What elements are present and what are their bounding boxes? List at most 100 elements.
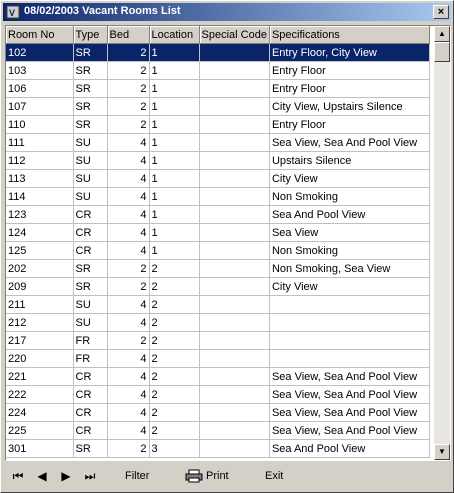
cell-type[interactable]: SR [73, 43, 108, 62]
title-bar[interactable]: V 08/02/2003 Vacant Rooms List × [3, 3, 451, 21]
cell-room-no[interactable]: 217 [6, 331, 74, 350]
cell-specifications[interactable]: Upstairs Silence [269, 151, 430, 170]
cell-type[interactable]: CR [73, 421, 108, 440]
cell-specifications[interactable]: Sea And Pool View [269, 439, 430, 458]
cell-bed[interactable]: 4 [107, 367, 150, 386]
cell-specifications[interactable]: Non Smoking, Sea View [269, 259, 430, 278]
exit-button[interactable]: Exit [265, 468, 283, 484]
cell-special-code[interactable] [199, 151, 270, 170]
column-header-bed[interactable]: Bed [107, 26, 150, 44]
cell-special-code[interactable] [199, 439, 270, 458]
cell-type[interactable]: CR [73, 367, 108, 386]
cell-bed[interactable]: 4 [107, 313, 150, 332]
cell-room-no[interactable]: 222 [6, 385, 74, 404]
table-row[interactable]: 221 CR 4 2 Sea View, Sea And Pool View [6, 367, 430, 386]
cell-location[interactable]: 2 [149, 331, 200, 350]
cell-special-code[interactable] [199, 277, 270, 296]
cell-type[interactable]: SR [73, 259, 108, 278]
cell-bed[interactable]: 4 [107, 205, 150, 224]
cell-special-code[interactable] [199, 61, 270, 80]
table-row[interactable]: 124 CR 4 1 Sea View [6, 223, 430, 242]
column-header-special-code[interactable]: Special Code [199, 26, 270, 44]
cell-bed[interactable]: 4 [107, 295, 150, 314]
cell-room-no[interactable]: 107 [6, 97, 74, 116]
cell-type[interactable]: SR [73, 97, 108, 116]
cell-bed[interactable]: 2 [107, 115, 150, 134]
cell-bed[interactable]: 2 [107, 97, 150, 116]
table-row[interactable]: 107 SR 2 1 City View, Upstairs Silence [6, 97, 430, 116]
cell-specifications[interactable] [269, 295, 430, 314]
filter-button[interactable]: Filter [125, 468, 149, 484]
table-row[interactable]: 212 SU 4 2 [6, 313, 430, 332]
cell-specifications[interactable]: Non Smoking [269, 241, 430, 260]
table-row[interactable]: 202 SR 2 2 Non Smoking, Sea View [6, 259, 430, 278]
cell-bed[interactable]: 2 [107, 439, 150, 458]
cell-location[interactable]: 1 [149, 43, 200, 62]
cell-location[interactable]: 2 [149, 313, 200, 332]
table-row[interactable]: 111 SU 4 1 Sea View, Sea And Pool View [6, 133, 430, 152]
cell-room-no[interactable]: 301 [6, 439, 74, 458]
cell-special-code[interactable] [199, 169, 270, 188]
table-row[interactable]: 114 SU 4 1 Non Smoking [6, 187, 430, 206]
cell-special-code[interactable] [199, 313, 270, 332]
column-header-room-no[interactable]: Room No [6, 26, 74, 44]
cell-type[interactable]: SR [73, 277, 108, 296]
cell-location[interactable]: 1 [149, 115, 200, 134]
cell-type[interactable]: SU [73, 133, 108, 152]
cell-bed[interactable]: 4 [107, 421, 150, 440]
cell-location[interactable]: 2 [149, 349, 200, 368]
cell-room-no[interactable]: 114 [6, 187, 74, 206]
cell-bed[interactable]: 4 [107, 223, 150, 242]
cell-bed[interactable]: 2 [107, 277, 150, 296]
cell-location[interactable]: 2 [149, 295, 200, 314]
cell-special-code[interactable] [199, 295, 270, 314]
cell-specifications[interactable]: Sea And Pool View [269, 205, 430, 224]
cell-location[interactable]: 1 [149, 97, 200, 116]
cell-room-no[interactable]: 224 [6, 403, 74, 422]
cell-type[interactable]: CR [73, 205, 108, 224]
cell-room-no[interactable]: 123 [6, 205, 74, 224]
cell-bed[interactable]: 4 [107, 133, 150, 152]
scroll-up-button[interactable]: ▲ [434, 26, 450, 42]
cell-specifications[interactable] [269, 313, 430, 332]
cell-bed[interactable]: 4 [107, 385, 150, 404]
cell-special-code[interactable] [199, 79, 270, 98]
cell-specifications[interactable]: City View, Upstairs Silence [269, 97, 430, 116]
cell-special-code[interactable] [199, 187, 270, 206]
cell-location[interactable]: 1 [149, 79, 200, 98]
cell-specifications[interactable] [269, 349, 430, 368]
cell-location[interactable]: 1 [149, 223, 200, 242]
table-row[interactable]: 301 SR 2 3 Sea And Pool View [6, 439, 430, 458]
scroll-down-button[interactable]: ▼ [434, 444, 450, 460]
cell-specifications[interactable]: Non Smoking [269, 187, 430, 206]
table-row[interactable]: 222 CR 4 2 Sea View, Sea And Pool View [6, 385, 430, 404]
cell-specifications[interactable]: Sea View, Sea And Pool View [269, 133, 430, 152]
cell-location[interactable]: 2 [149, 421, 200, 440]
table-row[interactable]: 125 CR 4 1 Non Smoking [6, 241, 430, 260]
cell-type[interactable]: CR [73, 223, 108, 242]
table-row[interactable]: 224 CR 4 2 Sea View, Sea And Pool View [6, 403, 430, 422]
cell-location[interactable]: 1 [149, 241, 200, 260]
first-record-icon[interactable]: ⏮ [9, 468, 27, 484]
vertical-scrollbar[interactable]: ▲ ▼ [434, 26, 450, 460]
cell-specifications[interactable]: Sea View, Sea And Pool View [269, 403, 430, 422]
cell-room-no[interactable]: 125 [6, 241, 74, 260]
cell-location[interactable]: 2 [149, 403, 200, 422]
cell-specifications[interactable] [269, 331, 430, 350]
cell-location[interactable]: 1 [149, 187, 200, 206]
cell-specifications[interactable]: Entry Floor [269, 79, 430, 98]
cell-bed[interactable]: 2 [107, 259, 150, 278]
cell-specifications[interactable]: Sea View, Sea And Pool View [269, 367, 430, 386]
cell-type[interactable]: SU [73, 187, 108, 206]
next-record-icon[interactable]: ▶ [57, 468, 75, 484]
cell-type[interactable]: SR [73, 79, 108, 98]
cell-specifications[interactable]: Sea View, Sea And Pool View [269, 385, 430, 404]
cell-special-code[interactable] [199, 43, 270, 62]
cell-bed[interactable]: 4 [107, 151, 150, 170]
cell-special-code[interactable] [199, 385, 270, 404]
table-row[interactable]: 209 SR 2 2 City View [6, 277, 430, 296]
cell-type[interactable]: SU [73, 313, 108, 332]
cell-room-no[interactable]: 124 [6, 223, 74, 242]
cell-room-no[interactable]: 112 [6, 151, 74, 170]
cell-specifications[interactable]: City View [269, 277, 430, 296]
